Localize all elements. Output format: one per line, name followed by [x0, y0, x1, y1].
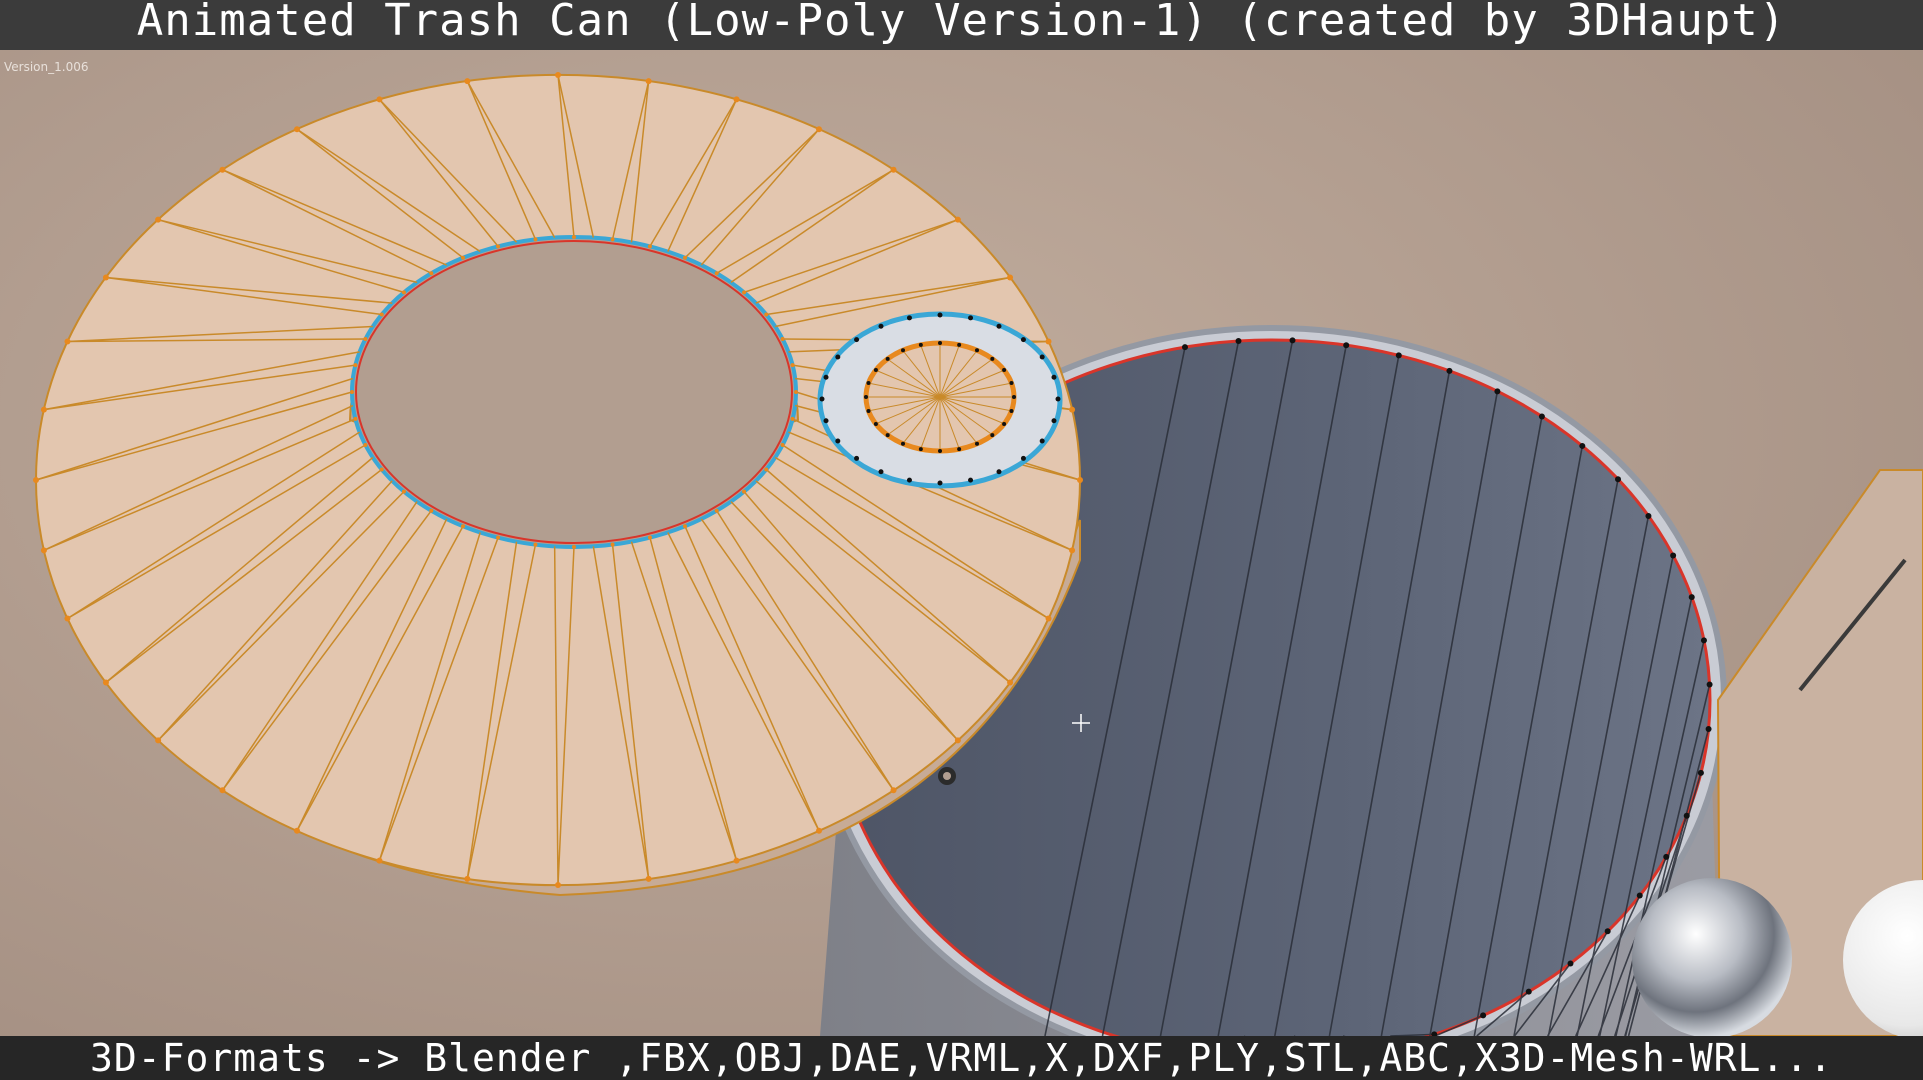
gear-icon [938, 767, 956, 785]
hinge-disk[interactable] [817, 311, 1063, 489]
footer-bar: 3D-Formats -> Blender ,FBX,OBJ,DAE,VRML,… [0, 1036, 1923, 1080]
formats-caption: 3D-Formats -> Blender ,FBX,OBJ,DAE,VRML,… [89, 1036, 1834, 1080]
chrome-sphere [1632, 878, 1792, 1038]
version-label: Version_1.006 [4, 60, 89, 74]
video-title: Animated Trash Can (Low-Poly Version-1) … [136, 0, 1787, 46]
lid-opening [350, 235, 798, 549]
title-bar: Animated Trash Can (Low-Poly Version-1) … [0, 0, 1923, 50]
3d-viewport[interactable] [0, 0, 1923, 1080]
